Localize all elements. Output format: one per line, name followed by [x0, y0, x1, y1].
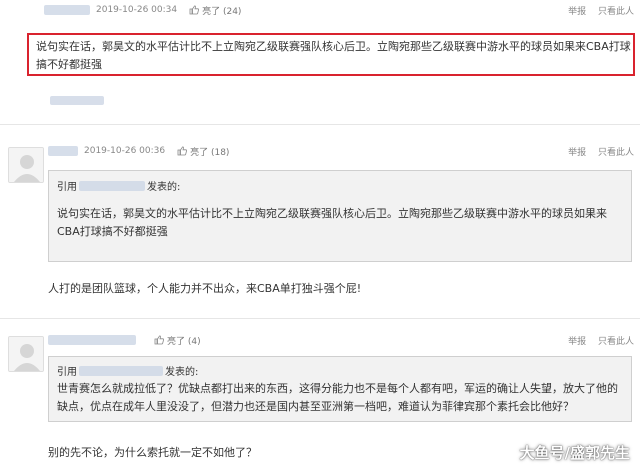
quoted-username-blurred[interactable] [79, 365, 163, 376]
comment-divider [0, 318, 640, 319]
comment-2-text: 人打的是团队篮球，个人能力并不出众，来CBA单打独斗强个屁! [48, 282, 362, 295]
comment-2-actions: 举报 只看此人 [559, 145, 634, 158]
like-count: 亮了 (24) [202, 6, 242, 17]
like-button[interactable]: 亮了 (4) [154, 334, 201, 347]
only-this-user-link[interactable]: 只看此人 [598, 148, 634, 158]
quote-prefix: 引用 [57, 367, 77, 378]
highlight-box [27, 33, 635, 76]
quote-suffix: 发表的: [165, 367, 199, 378]
default-avatar-icon [9, 337, 43, 371]
report-link[interactable]: 举报 [568, 7, 586, 17]
like-count: 亮了 (4) [167, 336, 201, 347]
watermark: 大鱼号/盛郭先生 [519, 444, 630, 462]
username-blurred[interactable] [44, 5, 90, 15]
quote-block: 引用 发表的: 说句实在话，郭昊文的水平估计比不上立陶宛乙级联赛强队核心后卫。立… [48, 170, 632, 262]
quote-suffix: 发表的: [147, 182, 181, 193]
username-blurred[interactable] [48, 335, 136, 345]
thumbs-up-icon [154, 335, 164, 345]
quote-prefix: 引用 [57, 182, 77, 193]
like-count: 亮了 (18) [190, 147, 230, 158]
thumbs-up-icon [177, 146, 188, 156]
default-avatar-icon [9, 148, 43, 182]
avatar[interactable] [8, 147, 44, 183]
only-this-user-link[interactable]: 只看此人 [598, 7, 634, 17]
comment-2-meta: 2019-10-26 00:36 亮了 (18) [48, 143, 229, 159]
quote-header: 引用 发表的: [57, 363, 623, 378]
quote-text: 世青赛怎么就成拉低了？优缺点都打出来的东西，这得分能力也不是每个人都有吧，军运的… [57, 382, 618, 413]
comment-time: 2019-10-26 00:34 [96, 5, 178, 15]
comment-time: 2019-10-26 00:36 [84, 146, 166, 156]
comment-1-meta: 2019-10-26 00:34 亮了 (24) [44, 2, 241, 18]
comment-3-meta: 亮了 (4) [48, 332, 201, 348]
quoted-username-blurred[interactable] [79, 180, 145, 191]
quote-block: 引用 发表的: 世青赛怎么就成拉低了？优缺点都打出来的东西，这得分能力也不是每个… [48, 356, 632, 422]
comment-1-actions: 举报 只看此人 [559, 4, 634, 17]
comment-3-text: 别的先不论，为什么索托就一定不如他了？ [48, 446, 257, 459]
only-this-user-link[interactable]: 只看此人 [598, 337, 634, 347]
quote-header: 引用 发表的: [57, 178, 623, 193]
avatar[interactable] [8, 336, 44, 372]
thumbs-up-icon [189, 5, 200, 15]
like-button[interactable]: 亮了 (18) [177, 145, 229, 158]
report-link[interactable]: 举报 [568, 337, 586, 347]
blurred-line [50, 96, 104, 105]
like-button[interactable]: 亮了 (24) [189, 4, 241, 17]
comment-divider [0, 124, 640, 125]
report-link[interactable]: 举报 [568, 148, 586, 158]
comment-3-actions: 举报 只看此人 [559, 334, 634, 347]
username-blurred[interactable] [48, 146, 78, 156]
quote-text: 说句实在话，郭昊文的水平估计比不上立陶宛乙级联赛强队核心后卫。立陶宛那些乙级联赛… [57, 207, 607, 238]
